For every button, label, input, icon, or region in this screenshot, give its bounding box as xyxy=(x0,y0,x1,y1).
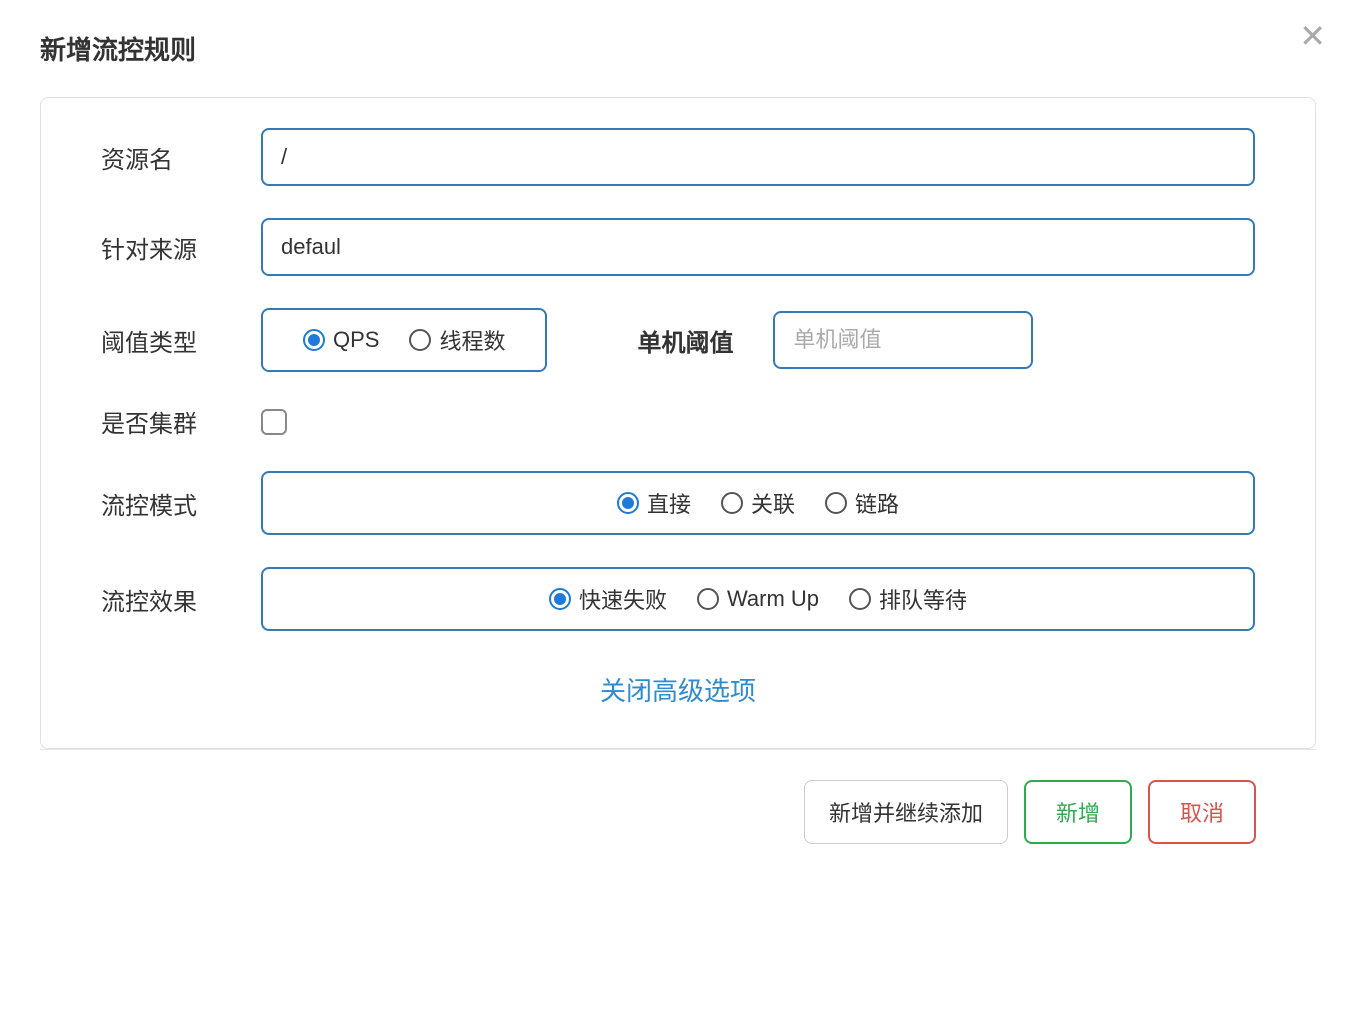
effect-fail-fast-label: 快速失败 xyxy=(579,583,667,615)
close-advanced-link[interactable]: 关闭高级选项 xyxy=(101,671,1255,708)
radio-unchecked-icon xyxy=(409,329,431,351)
threshold-type-group: QPS 线程数 xyxy=(261,308,547,372)
single-threshold-input[interactable] xyxy=(773,311,1033,369)
effect-fail-fast[interactable]: 快速失败 xyxy=(549,583,667,615)
effect-group: 快速失败 Warm Up 排队等待 xyxy=(261,567,1255,631)
mode-label: 流控模式 xyxy=(101,486,261,521)
effect-row: 流控效果 快速失败 Warm Up 排队等待 xyxy=(101,567,1255,631)
modal-header: 新增流控规则 ✕ xyxy=(0,0,1356,87)
flow-rule-modal: 新增流控规则 ✕ 资源名 针对来源 阈值类型 xyxy=(0,0,1356,1012)
source-row: 针对来源 xyxy=(101,218,1255,276)
single-threshold-label: 单机阈值 xyxy=(637,323,733,358)
mode-chain[interactable]: 链路 xyxy=(825,487,899,519)
mode-direct-label: 直接 xyxy=(647,487,691,519)
threshold-type-qps[interactable]: QPS xyxy=(303,327,379,353)
mode-related[interactable]: 关联 xyxy=(721,487,795,519)
effect-queue-label: 排队等待 xyxy=(879,583,967,615)
radio-unchecked-icon xyxy=(825,492,847,514)
form-card: 资源名 针对来源 阈值类型 QPS xyxy=(40,97,1316,749)
close-icon[interactable]: ✕ xyxy=(1299,20,1326,52)
threshold-type-row: 阈值类型 QPS 线程数 单机阈值 xyxy=(101,308,1255,372)
radio-unchecked-icon xyxy=(697,588,719,610)
cluster-checkbox[interactable] xyxy=(261,409,287,435)
threshold-type-label: 阈值类型 xyxy=(101,323,261,358)
source-input[interactable] xyxy=(261,218,1255,276)
radio-unchecked-icon xyxy=(721,492,743,514)
radio-checked-icon xyxy=(617,492,639,514)
radio-unchecked-icon xyxy=(849,588,871,610)
mode-direct[interactable]: 直接 xyxy=(617,487,691,519)
add-button[interactable]: 新增 xyxy=(1024,780,1132,844)
source-label: 针对来源 xyxy=(101,230,261,265)
resource-input[interactable] xyxy=(261,128,1255,186)
cluster-row: 是否集群 xyxy=(101,404,1255,439)
effect-warm-up-label: Warm Up xyxy=(727,586,819,612)
threshold-type-threads[interactable]: 线程数 xyxy=(409,324,505,356)
mode-row: 流控模式 直接 关联 链路 xyxy=(101,471,1255,535)
radio-checked-icon xyxy=(549,588,571,610)
modal-title: 新增流控规则 xyxy=(40,30,1316,67)
add-continue-button[interactable]: 新增并继续添加 xyxy=(804,780,1008,844)
effect-label: 流控效果 xyxy=(101,582,261,617)
threshold-type-qps-label: QPS xyxy=(333,327,379,353)
effect-queue[interactable]: 排队等待 xyxy=(849,583,967,615)
mode-group: 直接 关联 链路 xyxy=(261,471,1255,535)
resource-row: 资源名 xyxy=(101,128,1255,186)
effect-warm-up[interactable]: Warm Up xyxy=(697,586,819,612)
threshold-type-threads-label: 线程数 xyxy=(439,324,505,356)
mode-related-label: 关联 xyxy=(751,487,795,519)
modal-body: 资源名 针对来源 阈值类型 QPS xyxy=(0,87,1356,904)
radio-checked-icon xyxy=(303,329,325,351)
mode-chain-label: 链路 xyxy=(855,487,899,519)
modal-footer: 新增并继续添加 新增 取消 xyxy=(40,749,1316,874)
cluster-label: 是否集群 xyxy=(101,404,261,439)
resource-label: 资源名 xyxy=(101,140,261,175)
cancel-button[interactable]: 取消 xyxy=(1148,780,1256,844)
